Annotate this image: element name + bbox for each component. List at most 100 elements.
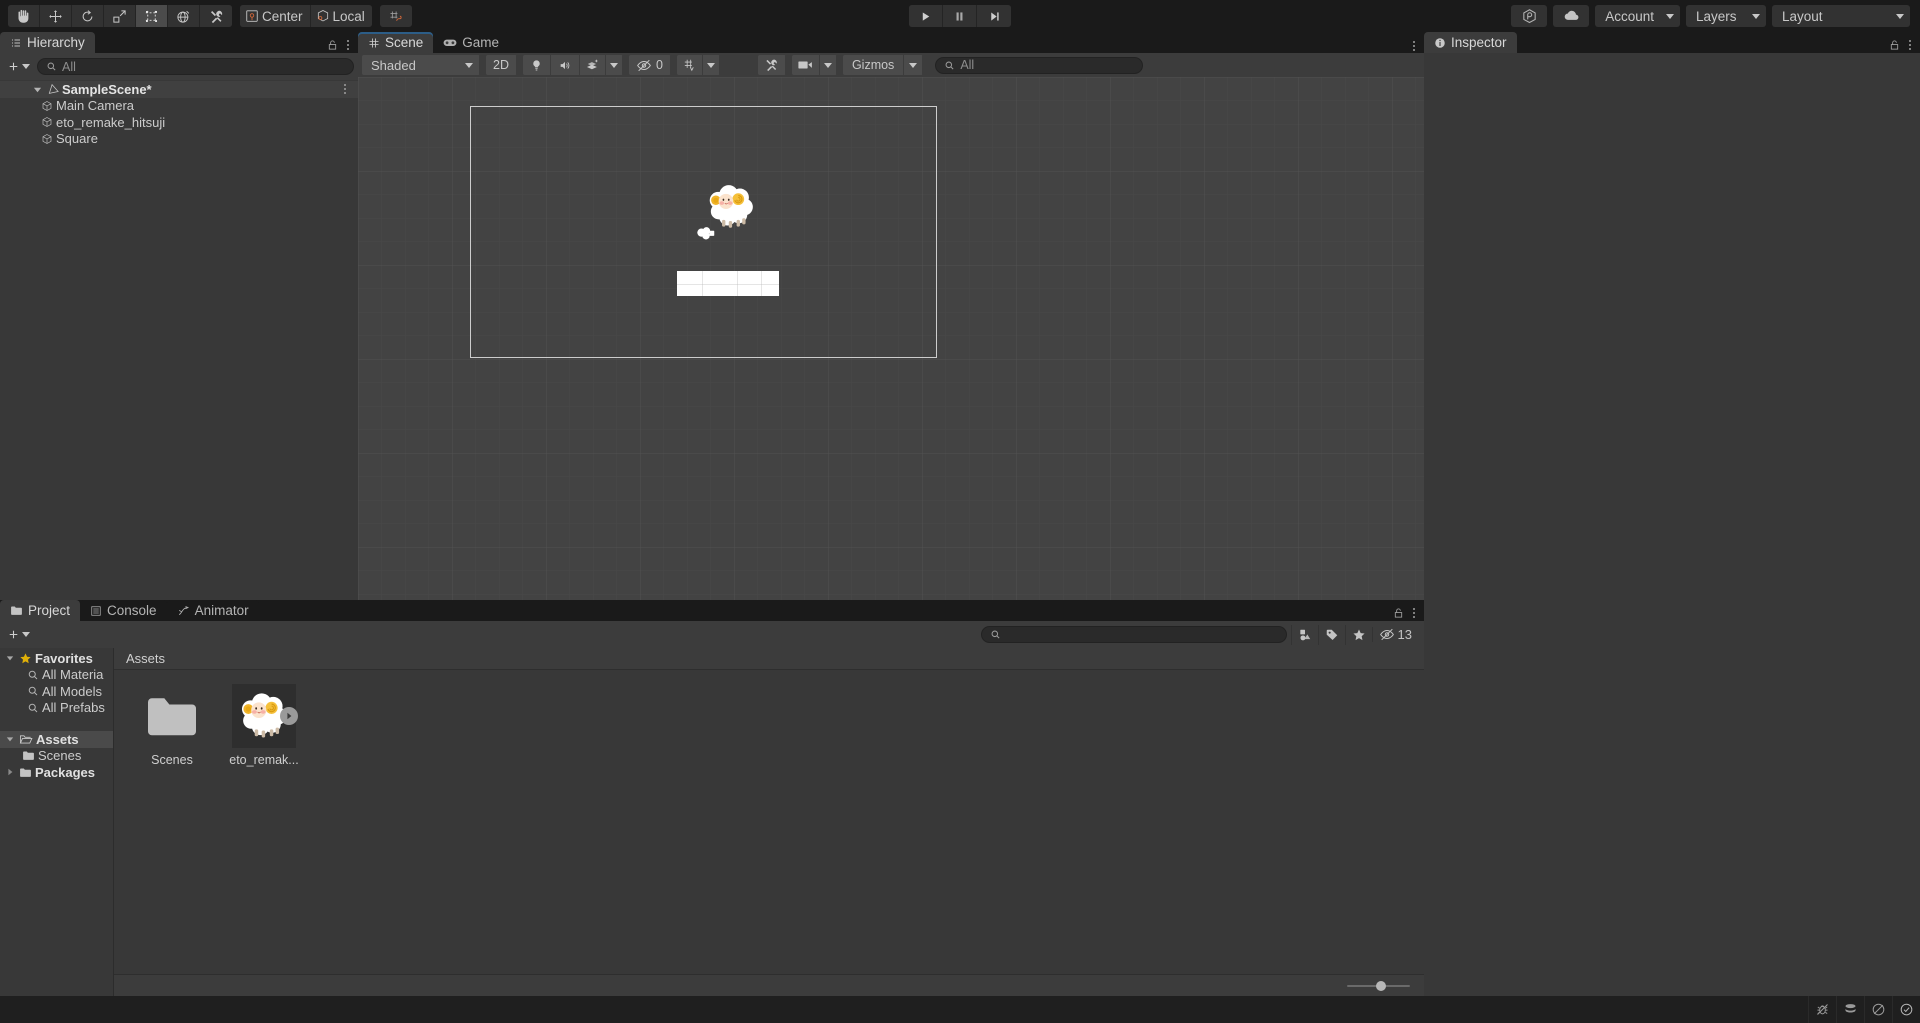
- project-search-input[interactable]: [981, 626, 1287, 643]
- project-tree-all-materials[interactable]: All Materia: [0, 667, 113, 684]
- scene-camera-button[interactable]: [792, 55, 820, 75]
- asset-item-eto-remake[interactable]: eto_remak...: [224, 684, 304, 767]
- sprite-expand-button[interactable]: [280, 707, 298, 725]
- grid-visibility-button[interactable]: [677, 55, 703, 75]
- grid-dropdown-button[interactable]: [703, 55, 720, 75]
- favorite-filter-button[interactable]: [1345, 625, 1372, 645]
- gizmos-button[interactable]: Gizmos: [843, 55, 904, 75]
- tab-console[interactable]: Console: [80, 600, 167, 621]
- layout-label: Layout: [1782, 9, 1823, 24]
- breadcrumb: Assets: [114, 648, 1424, 670]
- scale-tool-button[interactable]: [104, 5, 136, 27]
- project-tree-packages[interactable]: Packages: [0, 764, 113, 781]
- layers-dropdown[interactable]: Layers: [1686, 5, 1766, 27]
- lighting-toggle-button[interactable]: [523, 55, 551, 75]
- square-sprite[interactable]: [677, 271, 779, 296]
- toolbar-right-group: Account Layers Layout: [1511, 5, 1920, 27]
- hidden-packages-indicator[interactable]: 13: [1372, 627, 1420, 642]
- hierarchy-row-eto-remake-hitsuji[interactable]: eto_remake_hitsuji: [0, 114, 358, 131]
- account-dropdown[interactable]: Account: [1595, 5, 1680, 27]
- scene-search-input[interactable]: All: [935, 57, 1143, 74]
- tab-inspector[interactable]: Inspector: [1424, 32, 1517, 53]
- pause-button[interactable]: [943, 5, 977, 27]
- label-filter-button[interactable]: [1318, 625, 1345, 645]
- transform-tool-button[interactable]: [168, 5, 200, 27]
- scene-visibility-button[interactable]: 0: [629, 55, 671, 75]
- expand-twisty-icon[interactable]: [30, 85, 44, 94]
- gizmos-dropdown-button[interactable]: [904, 55, 923, 75]
- project-menu-icon[interactable]: [1413, 608, 1415, 618]
- services-icon[interactable]: [1511, 5, 1547, 27]
- layers-label: Layers: [1696, 9, 1737, 24]
- layout-dropdown[interactable]: Layout: [1772, 5, 1910, 27]
- sprite-thumbnail: [232, 684, 296, 748]
- lock-icon[interactable]: [327, 39, 338, 51]
- hierarchy-row-samplescene[interactable]: SampleScene*: [0, 81, 358, 98]
- play-button[interactable]: [909, 5, 943, 27]
- camera-icon: [797, 59, 814, 71]
- create-object-button[interactable]: [4, 60, 33, 73]
- camera-group: [792, 55, 837, 75]
- audio-toggle-button[interactable]: [551, 55, 580, 75]
- tab-animator[interactable]: Animator: [167, 600, 259, 621]
- tab-project[interactable]: Project: [0, 600, 80, 621]
- hierarchy-search-input[interactable]: All: [37, 58, 354, 75]
- expand-twisty-icon[interactable]: [4, 654, 16, 662]
- hand-tool-button[interactable]: [8, 5, 40, 27]
- hierarchy-menu-icon[interactable]: [347, 40, 349, 50]
- lock-icon[interactable]: [1393, 607, 1404, 619]
- effects-toggle-button[interactable]: [580, 55, 606, 75]
- chevron-down-icon: [824, 63, 832, 68]
- cloud-puff-sprite: [695, 226, 717, 242]
- draw-mode-dropdown[interactable]: Shaded: [362, 55, 480, 75]
- pivot-rotation-button[interactable]: Local: [311, 5, 372, 27]
- rect-tool-button[interactable]: [136, 5, 168, 27]
- thumbnail-zoom-slider[interactable]: [1347, 980, 1410, 992]
- custom-tool-button[interactable]: [200, 5, 232, 27]
- toggle-2d-button[interactable]: 2D: [486, 55, 517, 75]
- cloud-icon[interactable]: [1553, 5, 1589, 27]
- toolbar-left-group: Center Local: [0, 5, 420, 27]
- expand-twisty-icon[interactable]: [4, 735, 16, 743]
- check-circle-icon[interactable]: [1892, 996, 1920, 1023]
- effects-dropdown-button[interactable]: [606, 55, 623, 75]
- slider-knob[interactable]: [1376, 981, 1386, 991]
- collapse-twisty-icon[interactable]: [4, 768, 16, 776]
- hierarchy-row-square[interactable]: Square: [0, 131, 358, 148]
- inspector-menu-icon[interactable]: [1909, 40, 1911, 50]
- project-tree-all-models[interactable]: All Models: [0, 683, 113, 700]
- scene-viewport[interactable]: [358, 77, 1424, 600]
- hidden-eye-icon: [636, 59, 652, 72]
- lock-icon[interactable]: [1889, 39, 1900, 51]
- project-body: Favorites All Materia All Models Al: [0, 648, 1424, 996]
- project-tree-all-prefabs[interactable]: All Prefabs: [0, 700, 113, 717]
- grid-snap-button[interactable]: [380, 5, 412, 27]
- step-button[interactable]: [977, 5, 1011, 27]
- console-icon: [90, 605, 102, 617]
- component-tools-button[interactable]: [758, 55, 786, 75]
- scene-row-menu-icon[interactable]: [344, 84, 346, 94]
- create-asset-button[interactable]: [4, 628, 33, 641]
- project-tree-assets[interactable]: Assets: [0, 731, 113, 748]
- project-tree-scenes[interactable]: Scenes: [0, 748, 113, 765]
- stack-muted-icon[interactable]: [1836, 996, 1864, 1023]
- scene-menu-icon[interactable]: [1413, 41, 1415, 51]
- type-filter-button[interactable]: [1291, 625, 1318, 645]
- no-entry-icon[interactable]: [1864, 996, 1892, 1023]
- search-icon: [27, 685, 39, 697]
- tab-game[interactable]: Game: [433, 32, 509, 53]
- asset-item-scenes[interactable]: Scenes: [132, 684, 212, 767]
- project-tree-label: All Models: [42, 684, 102, 699]
- project-tree-favorites[interactable]: Favorites: [0, 650, 113, 667]
- camera-dropdown-button[interactable]: [820, 55, 837, 75]
- tab-hierarchy[interactable]: Hierarchy: [0, 32, 95, 53]
- center-column: Scene Game Shaded: [358, 32, 1424, 996]
- tab-animator-label: Animator: [195, 603, 249, 618]
- move-tool-button[interactable]: [40, 5, 72, 27]
- pivot-mode-button[interactable]: Center: [240, 5, 311, 27]
- hierarchy-row-main-camera[interactable]: Main Camera: [0, 98, 358, 115]
- tab-scene[interactable]: Scene: [358, 32, 433, 53]
- tab-game-label: Game: [462, 35, 499, 50]
- debug-bug-muted-icon[interactable]: [1808, 996, 1836, 1023]
- rotate-tool-button[interactable]: [72, 5, 104, 27]
